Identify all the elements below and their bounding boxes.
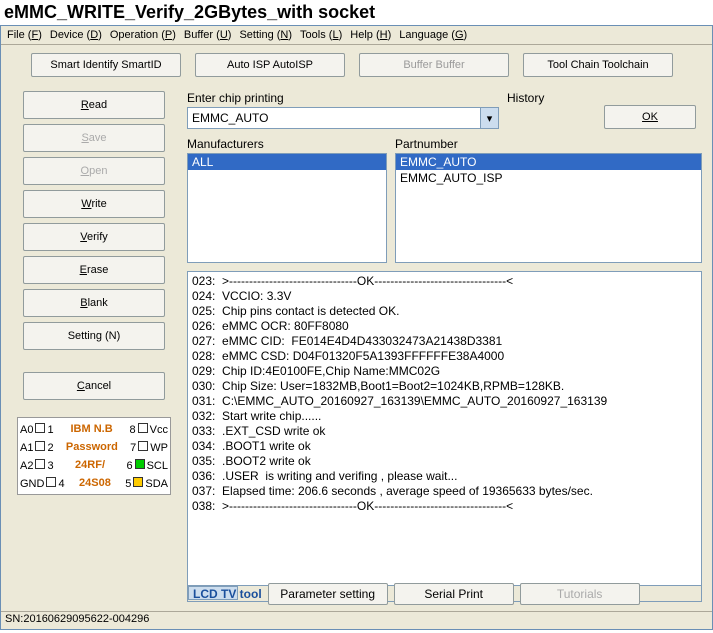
blank-button[interactable]: Blank [23, 289, 165, 317]
erase-button[interactable]: Erase [23, 256, 165, 284]
left-sidebar: Read Save Open Write Verify Erase Blank … [1, 83, 187, 606]
chip-combo[interactable]: ▾ [187, 107, 499, 129]
enter-chip-label: Enter chip printing [187, 91, 499, 105]
log-output: 023: >--------------------------------OK… [187, 271, 702, 586]
open-button: Open [23, 157, 165, 185]
menu-operation[interactable]: Operation (P) [110, 29, 176, 41]
manufacturers-label: Manufacturers [187, 137, 387, 151]
auto-isp-button[interactable]: Auto ISP AutoISP [195, 53, 345, 77]
toolchain-button[interactable]: Tool Chain Toolchain [523, 53, 673, 77]
window-title: eMMC_WRITE_Verify_2GBytes_with socket [0, 0, 713, 25]
menu-help[interactable]: Help (H) [350, 29, 391, 41]
list-item[interactable]: ALL [188, 154, 386, 170]
tutorials-button: Tutorials [520, 583, 640, 605]
bottom-bar: LCD TV tool Parameter setting Serial Pri… [187, 579, 704, 609]
partnumber-label: Partnumber [395, 137, 702, 151]
list-item[interactable]: EMMC_AUTO_ISP [396, 170, 701, 186]
history-label: History [507, 91, 567, 105]
buffer-button: Buffer Buffer [359, 53, 509, 77]
lcd-tv-label: LCD TV tool [193, 587, 262, 601]
right-panel: Enter chip printing ▾ History OK Manufac… [187, 83, 712, 606]
serial-print-button[interactable]: Serial Print [394, 583, 514, 605]
list-item[interactable]: EMMC_AUTO [396, 154, 701, 170]
read-button[interactable]: Read [23, 91, 165, 119]
verify-button[interactable]: Verify [23, 223, 165, 251]
menu-language[interactable]: Language (G) [399, 29, 467, 41]
menu-setting[interactable]: Setting (N) [239, 29, 292, 41]
chip-input[interactable] [188, 108, 480, 128]
menu-file[interactable]: File (F) [7, 29, 42, 41]
app-window: File (F) Device (D) Operation (P) Buffer… [0, 25, 713, 630]
chip-diagram: A01IBM N.B8Vcc A12Password7WP A2324RF/6S… [17, 417, 171, 495]
menu-device[interactable]: Device (D) [50, 29, 102, 41]
save-button: Save [23, 124, 165, 152]
partnumber-list[interactable]: EMMC_AUTO EMMC_AUTO_ISP [395, 153, 702, 263]
manufacturers-list[interactable]: ALL [187, 153, 387, 263]
menu-tools[interactable]: Tools (L) [300, 29, 342, 41]
toolbar: Smart Identify SmartID Auto ISP AutoISP … [1, 45, 712, 83]
chip-dropdown-icon[interactable]: ▾ [480, 108, 498, 128]
status-bar: SN:20160629095622-004296 [1, 611, 712, 629]
parameter-setting-button[interactable]: Parameter setting [268, 583, 388, 605]
write-button[interactable]: Write [23, 190, 165, 218]
menu-buffer[interactable]: Buffer (U) [184, 29, 232, 41]
smart-identify-button[interactable]: Smart Identify SmartID [31, 53, 181, 77]
setting-button[interactable]: Setting (N) [23, 322, 165, 350]
cancel-button[interactable]: Cancel [23, 372, 165, 400]
ok-button[interactable]: OK [604, 105, 696, 129]
menubar: File (F) Device (D) Operation (P) Buffer… [1, 26, 712, 45]
